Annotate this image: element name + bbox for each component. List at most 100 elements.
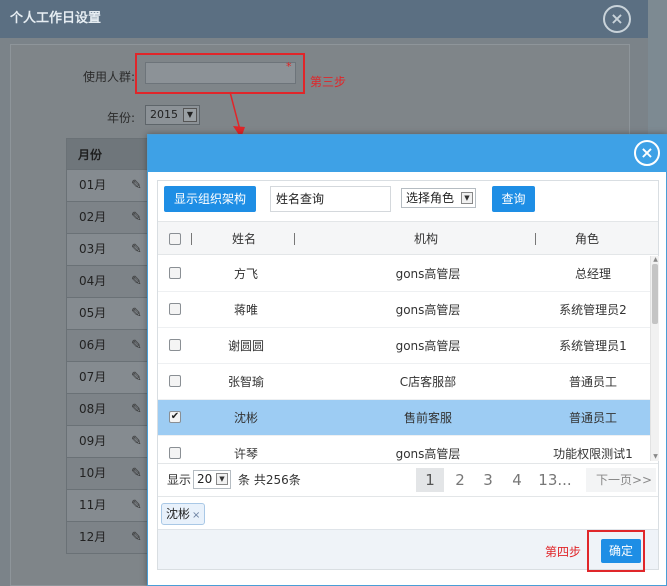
edit-pencil-icon[interactable]: ✎ xyxy=(131,170,142,201)
row-name: 蒋唯 xyxy=(233,303,258,317)
background-dialog-title: 个人工作日设置 xyxy=(0,0,648,38)
column-divider xyxy=(535,233,536,245)
search-button[interactable]: 查询 xyxy=(492,186,535,212)
dialog-footer: 第四步 确定 xyxy=(158,529,658,572)
edit-pencil-icon[interactable]: ✎ xyxy=(131,298,142,329)
row-org: C店客服部 xyxy=(399,375,457,389)
month-row: 05月 ✎ xyxy=(66,298,156,330)
month-label: 01月 xyxy=(79,178,107,192)
header-name[interactable]: 姓名 xyxy=(232,222,256,256)
step3-highlight-box xyxy=(135,53,305,94)
edit-pencil-icon[interactable]: ✎ xyxy=(131,426,142,457)
month-row: 12月 ✎ xyxy=(66,522,156,554)
next-page-link[interactable]: 下一页>> xyxy=(586,468,656,492)
row-checkbox[interactable]: ✔ xyxy=(169,411,181,423)
month-label: 05月 xyxy=(79,306,107,320)
chevron-down-icon: ▼ xyxy=(216,473,228,485)
background-close-icon[interactable]: × xyxy=(603,5,631,33)
month-row: 11月 ✎ xyxy=(66,490,156,522)
row-org: gons高管层 xyxy=(395,303,461,317)
step4-label: 第四步 xyxy=(545,545,582,559)
dialog-body: 显示组织架构 姓名查询 选择角色 ▼ 查询 姓名 机构 角色 方飞 gons高管层… xyxy=(157,180,659,572)
page-number[interactable]: 4 xyxy=(503,468,531,492)
edit-pencil-icon[interactable]: ✎ xyxy=(131,490,142,521)
row-checkbox[interactable] xyxy=(169,303,181,315)
edit-pencil-icon[interactable]: ✎ xyxy=(131,458,142,489)
month-label: 03月 xyxy=(79,242,107,256)
header-org[interactable]: 机构 xyxy=(414,222,438,256)
pager: 显示 20 ▼ 条 共256条 1 2 3 4 13... 下一页>> xyxy=(158,463,658,495)
month-row: 08月 ✎ xyxy=(66,394,156,426)
row-role: 普通员工 xyxy=(568,375,617,389)
month-table: 月份 01月 ✎ 02月 ✎ 03月 ✎ 04月 ✎ 05月 ✎ 06月 ✎ 07月 ✎ 08月 ✎ 09月 ✎ 1… xyxy=(66,138,156,554)
row-checkbox[interactable] xyxy=(169,375,181,387)
page-size-value: 20 xyxy=(197,472,213,486)
grid-header: 姓名 机构 角色 xyxy=(158,221,658,255)
year-select[interactable]: 2015 ▼ xyxy=(145,105,200,125)
table-row[interactable]: 张智瑜 C店客服部 普通员工 xyxy=(158,364,650,400)
role-select[interactable]: 选择角色 ▼ xyxy=(401,188,476,208)
page-number[interactable]: 13... xyxy=(532,468,578,492)
table-row[interactable]: 许琴 gons高管层 功能权限测试1 xyxy=(158,436,650,461)
page-number[interactable]: 2 xyxy=(446,468,474,492)
row-org: gons高管层 xyxy=(395,447,461,461)
grid-scrollbar[interactable]: ▲ ▼ xyxy=(650,256,659,461)
remove-tag-icon[interactable]: × xyxy=(192,510,200,521)
edit-pencil-icon[interactable]: ✎ xyxy=(131,362,142,393)
table-row[interactable]: 方飞 gons高管层 总经理 xyxy=(158,256,650,292)
column-divider xyxy=(294,233,295,245)
edit-pencil-icon[interactable]: ✎ xyxy=(131,202,142,233)
chevron-down-icon: ▼ xyxy=(461,192,473,204)
row-checkbox[interactable] xyxy=(169,267,181,279)
selected-users-bar: 沈彬 × xyxy=(158,496,658,528)
row-checkbox[interactable] xyxy=(169,339,181,351)
scroll-up-icon[interactable]: ▲ xyxy=(652,256,659,263)
month-row: 10月 ✎ xyxy=(66,458,156,490)
step3-label: 第三步 xyxy=(310,75,347,89)
scroll-thumb[interactable] xyxy=(652,264,658,324)
month-label: 11月 xyxy=(79,498,107,512)
chevron-down-icon: ▼ xyxy=(183,108,197,122)
header-role[interactable]: 角色 xyxy=(575,222,599,256)
table-row[interactable]: 蒋唯 gons高管层 系统管理员2 xyxy=(158,292,650,328)
edit-pencil-icon[interactable]: ✎ xyxy=(131,394,142,425)
month-label: 04月 xyxy=(79,274,107,288)
close-icon[interactable]: × xyxy=(634,140,660,166)
row-org: 售前客服 xyxy=(403,411,452,425)
row-name: 沈彬 xyxy=(233,411,258,425)
confirm-button[interactable]: 确定 xyxy=(601,539,641,563)
row-name: 谢圆圆 xyxy=(227,339,264,353)
arrow-icon xyxy=(229,91,245,138)
table-row[interactable]: 谢圆圆 gons高管层 系统管理员1 xyxy=(158,328,650,364)
scroll-down-icon[interactable]: ▼ xyxy=(652,453,659,460)
edit-pencil-icon[interactable]: ✎ xyxy=(131,234,142,265)
row-name: 方飞 xyxy=(233,267,258,281)
edit-pencil-icon[interactable]: ✎ xyxy=(131,330,142,361)
month-row: 01月 ✎ xyxy=(66,170,156,202)
page-number[interactable]: 3 xyxy=(474,468,502,492)
row-org: gons高管层 xyxy=(395,267,461,281)
page-number[interactable]: 1 xyxy=(416,468,444,492)
name-search-input[interactable]: 姓名查询 xyxy=(270,186,391,212)
column-divider xyxy=(191,233,192,245)
row-role: 普通员工 xyxy=(568,411,617,425)
row-org: gons高管层 xyxy=(395,339,461,353)
table-row[interactable]: ✔ 沈彬 售前客服 普通员工 xyxy=(158,400,650,436)
select-user-dialog: × 显示组织架构 姓名查询 选择角色 ▼ 查询 姓名 机构 角色 方飞 gons… xyxy=(147,134,667,586)
month-row: 04月 ✎ xyxy=(66,266,156,298)
edit-pencil-icon[interactable]: ✎ xyxy=(131,522,142,553)
edit-pencil-icon[interactable]: ✎ xyxy=(131,266,142,297)
month-rows: 01月 ✎ 02月 ✎ 03月 ✎ 04月 ✎ 05月 ✎ 06月 ✎ 07月 ✎ 08月 ✎ 09月 ✎ 10月 ✎… xyxy=(66,170,156,554)
page-size-select[interactable]: 20 ▼ xyxy=(193,470,231,489)
show-org-button[interactable]: 显示组织架构 xyxy=(164,186,256,212)
month-row: 09月 ✎ xyxy=(66,426,156,458)
row-name: 张智瑜 xyxy=(227,375,264,389)
month-label: 07月 xyxy=(79,370,107,384)
total-count: 条 共256条 xyxy=(238,473,301,487)
month-label: 02月 xyxy=(79,210,107,224)
row-checkbox[interactable] xyxy=(169,447,181,459)
role-select-value: 选择角色 xyxy=(406,191,455,205)
row-role: 总经理 xyxy=(574,267,611,281)
row-role: 系统管理员2 xyxy=(559,303,627,317)
select-all-checkbox[interactable] xyxy=(169,233,181,245)
